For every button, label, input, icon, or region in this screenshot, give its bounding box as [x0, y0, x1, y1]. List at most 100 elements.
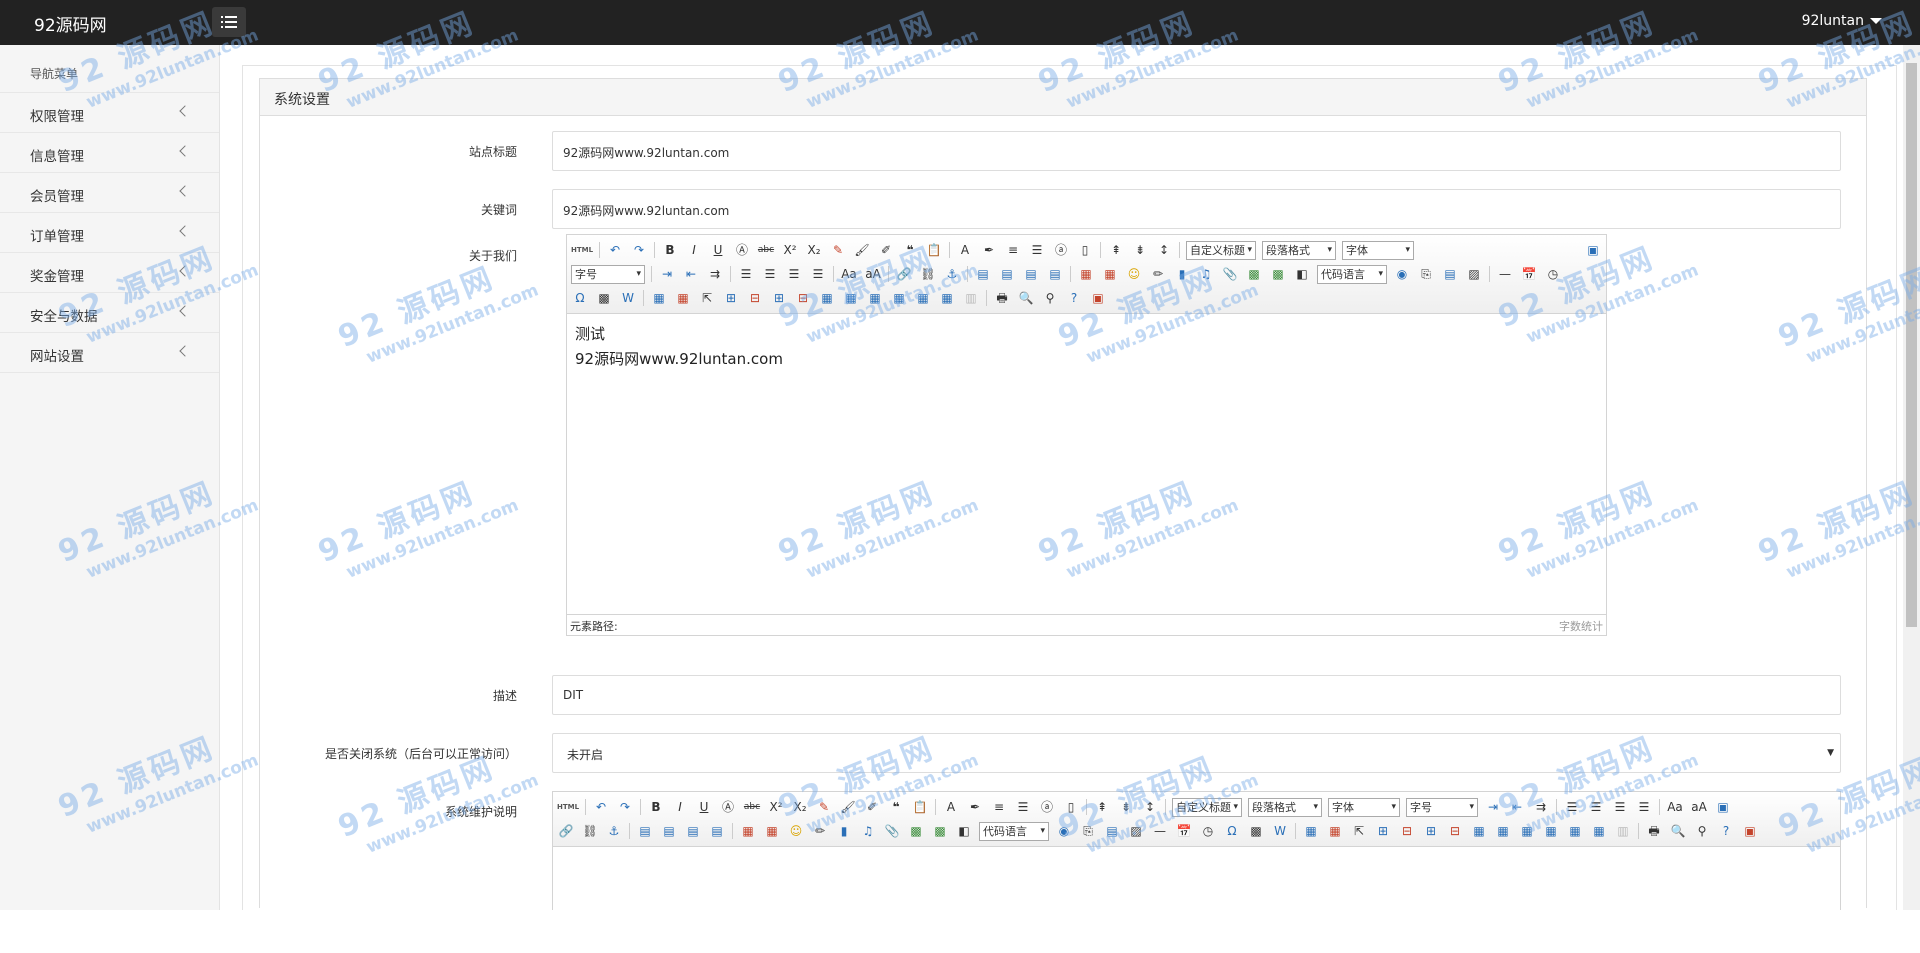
to-uppercase-icon[interactable]: Aa [1666, 798, 1684, 816]
html-source-icon[interactable]: HTML [557, 798, 579, 816]
underline-icon[interactable]: U [695, 798, 713, 816]
insert-col-icon[interactable]: ⊞ [1422, 822, 1440, 840]
music-icon[interactable]: ♫ [1197, 265, 1215, 283]
row-spacing-top-icon[interactable]: ⇞ [1107, 241, 1125, 259]
italic-icon[interactable]: I [671, 798, 689, 816]
chart-icon[interactable]: ▥ [1614, 822, 1632, 840]
fullscreen-icon[interactable]: ▣ [1584, 241, 1602, 259]
background-icon[interactable]: ▨ [1465, 265, 1483, 283]
map-icon[interactable]: ▩ [907, 822, 925, 840]
insert-col-icon[interactable]: ⊞ [770, 289, 788, 307]
delete-table-icon[interactable]: ▦ [674, 289, 692, 307]
blockquote-icon[interactable]: ❝ [901, 241, 919, 259]
image-none-icon[interactable]: ▤ [636, 822, 654, 840]
sidebar-item-members[interactable]: 会员管理 [0, 173, 219, 213]
split-to-cells-icon[interactable]: ▦ [890, 289, 908, 307]
superscript-icon[interactable]: X² [781, 241, 799, 259]
font-family-select[interactable]: 字体 [1328, 797, 1400, 817]
font-size-select[interactable]: 字号 [571, 264, 645, 284]
insert-row-icon[interactable]: ⊞ [722, 289, 740, 307]
delete-table-icon[interactable]: ▦ [1326, 822, 1344, 840]
brand-logo[interactable]: 92源码网 [34, 11, 107, 36]
line-height-icon[interactable]: ↕ [1155, 241, 1173, 259]
underline-icon[interactable]: U [709, 241, 727, 259]
ltr-icon[interactable]: ⇥ [1484, 798, 1502, 816]
undo-icon[interactable]: ↶ [592, 798, 610, 816]
custom-title-select[interactable]: 自定义标题 [1186, 240, 1256, 260]
unordered-list-icon[interactable]: ☰ [1028, 241, 1046, 259]
to-uppercase-icon[interactable]: Aa [840, 265, 858, 283]
unlink-icon[interactable]: ⛓ [581, 822, 599, 840]
clear-doc-icon[interactable]: ▯ [1076, 241, 1094, 259]
insert-row-icon[interactable]: ⊞ [1374, 822, 1392, 840]
eraser-icon[interactable]: ✎ [815, 798, 833, 816]
eraser-icon[interactable]: ✎ [829, 241, 847, 259]
scrawl-icon[interactable]: ✏ [811, 822, 829, 840]
map-icon[interactable]: ▩ [1245, 265, 1263, 283]
chart-icon[interactable]: ▥ [962, 289, 980, 307]
image-left-icon[interactable]: ▤ [998, 265, 1016, 283]
font-size-select[interactable]: 字号 [1406, 797, 1478, 817]
user-menu[interactable]: 92luntan [1802, 13, 1882, 29]
rtl-icon[interactable]: ⇤ [1508, 798, 1526, 816]
auto-format-icon[interactable]: ✐ [877, 241, 895, 259]
special-chars-icon[interactable]: Ω [571, 289, 589, 307]
date-icon[interactable]: 📅 [1520, 265, 1538, 283]
web-app-icon[interactable]: ◉ [1393, 265, 1411, 283]
align-center-icon[interactable]: ☰ [1587, 798, 1605, 816]
image-right-icon[interactable]: ▤ [1022, 265, 1040, 283]
simple-upload-icon[interactable]: ▦ [739, 822, 757, 840]
horizontal-rule-icon[interactable]: — [1496, 265, 1514, 283]
page-break-icon[interactable]: ⎘ [1079, 822, 1097, 840]
scrawl-icon[interactable]: ✏ [1149, 265, 1167, 283]
merge-cells-icon[interactable]: ▦ [1470, 822, 1488, 840]
format-brush-icon[interactable]: 🖌 [853, 241, 871, 259]
blockquote-icon[interactable]: ❝ [887, 798, 905, 816]
subscript-icon[interactable]: X₂ [805, 241, 823, 259]
align-justify-icon[interactable]: ☰ [809, 265, 827, 283]
drafts-icon[interactable]: ▣ [1089, 289, 1107, 307]
description-input[interactable]: DIT [552, 675, 1841, 715]
merge-down-icon[interactable]: ▦ [866, 289, 884, 307]
word-image-icon[interactable]: ▩ [595, 289, 613, 307]
gmap-icon[interactable]: ▩ [1269, 265, 1287, 283]
web-app-icon[interactable]: ◉ [1055, 822, 1073, 840]
rtl-icon[interactable]: ⇤ [682, 265, 700, 283]
sidebar-item-security[interactable]: 安全与数据 [0, 293, 219, 333]
font-color-icon[interactable]: A [956, 241, 974, 259]
bold-icon[interactable]: B [661, 241, 679, 259]
simple-upload-icon[interactable]: ▦ [1077, 265, 1095, 283]
close-system-select[interactable]: 未开启 ▼ [552, 733, 1841, 773]
image-none-icon[interactable]: ▤ [974, 265, 992, 283]
strikethrough-icon[interactable]: abc [743, 798, 761, 816]
music-icon[interactable]: ♫ [859, 822, 877, 840]
template-icon[interactable]: ▤ [1441, 265, 1459, 283]
attachment-icon[interactable]: 📎 [883, 822, 901, 840]
code-language-select[interactable]: 代码语言 [979, 821, 1049, 841]
delete-row-icon[interactable]: ⊟ [746, 289, 764, 307]
align-right-icon[interactable]: ☰ [1611, 798, 1629, 816]
align-left-icon[interactable]: ☰ [737, 265, 755, 283]
sidebar-item-site-settings[interactable]: 网站设置 [0, 333, 219, 373]
anchor-icon[interactable]: ⚓ [943, 265, 961, 283]
sidebar-item-orders[interactable]: 订单管理 [0, 213, 219, 253]
row-spacing-top-icon[interactable]: ⇞ [1093, 798, 1111, 816]
ordered-list-icon[interactable]: ≡ [1004, 241, 1022, 259]
format-brush-icon[interactable]: 🖌 [839, 798, 857, 816]
emotion-icon[interactable]: ☺ [787, 822, 805, 840]
print-icon[interactable]: 🖶 [993, 289, 1011, 307]
redo-icon[interactable]: ↷ [630, 241, 648, 259]
font-border-icon[interactable]: Ⓐ [733, 241, 751, 259]
align-center-icon[interactable]: ☰ [761, 265, 779, 283]
image-center-icon[interactable]: ▤ [1046, 265, 1064, 283]
sidebar-item-bonus[interactable]: 奖金管理 [0, 253, 219, 293]
special-chars-icon[interactable]: Ω [1223, 822, 1241, 840]
image-right-icon[interactable]: ▤ [684, 822, 702, 840]
row-spacing-bottom-icon[interactable]: ⇟ [1131, 241, 1149, 259]
insert-image-icon[interactable]: ▦ [1101, 265, 1119, 283]
insert-table-icon[interactable]: ▦ [1302, 822, 1320, 840]
sidebar-item-permissions[interactable]: 权限管理 [0, 93, 219, 133]
line-height-icon[interactable]: ↕ [1141, 798, 1159, 816]
row-spacing-bottom-icon[interactable]: ⇟ [1117, 798, 1135, 816]
word-image-icon[interactable]: ▩ [1247, 822, 1265, 840]
